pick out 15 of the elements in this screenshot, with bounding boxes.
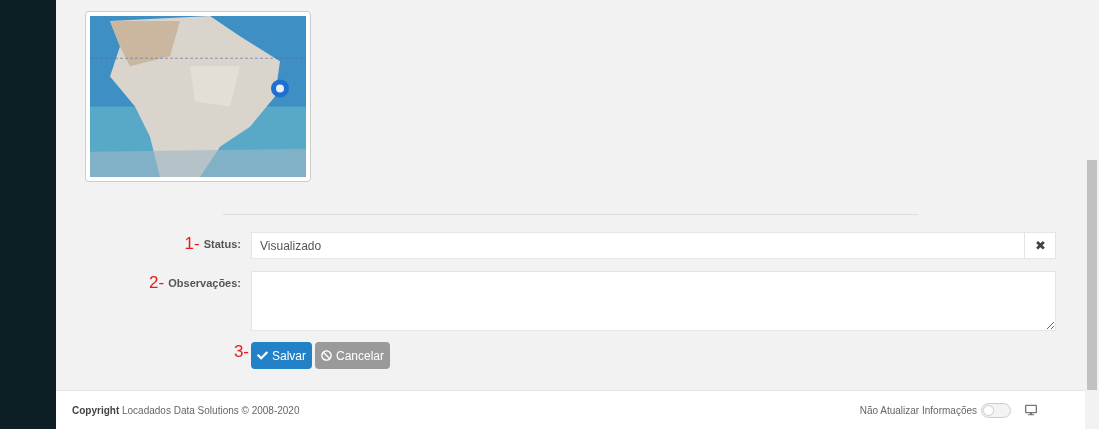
field-label: Status: [203,237,241,252]
monitor-icon[interactable] [1025,404,1037,416]
toggle-label: Não Atualizar Informações [859,403,977,418]
copyright-text: Copyright Locadados Data Solutions © 2008-2020 [72,403,300,418]
ban-icon [321,350,332,361]
status-field[interactable]: Visualizado [251,232,1025,259]
annotation-number: 3- [233,342,249,363]
annotation-number: 2- [149,272,165,294]
check-icon [257,350,268,361]
save-button[interactable]: Salvar [251,342,312,369]
field-label: Observações: [168,276,241,291]
annotation-number: 1- [184,233,200,255]
observations-field[interactable] [251,271,1056,331]
clear-button[interactable]: ✖ [1025,232,1056,259]
toggle-switch[interactable] [981,402,1011,418]
